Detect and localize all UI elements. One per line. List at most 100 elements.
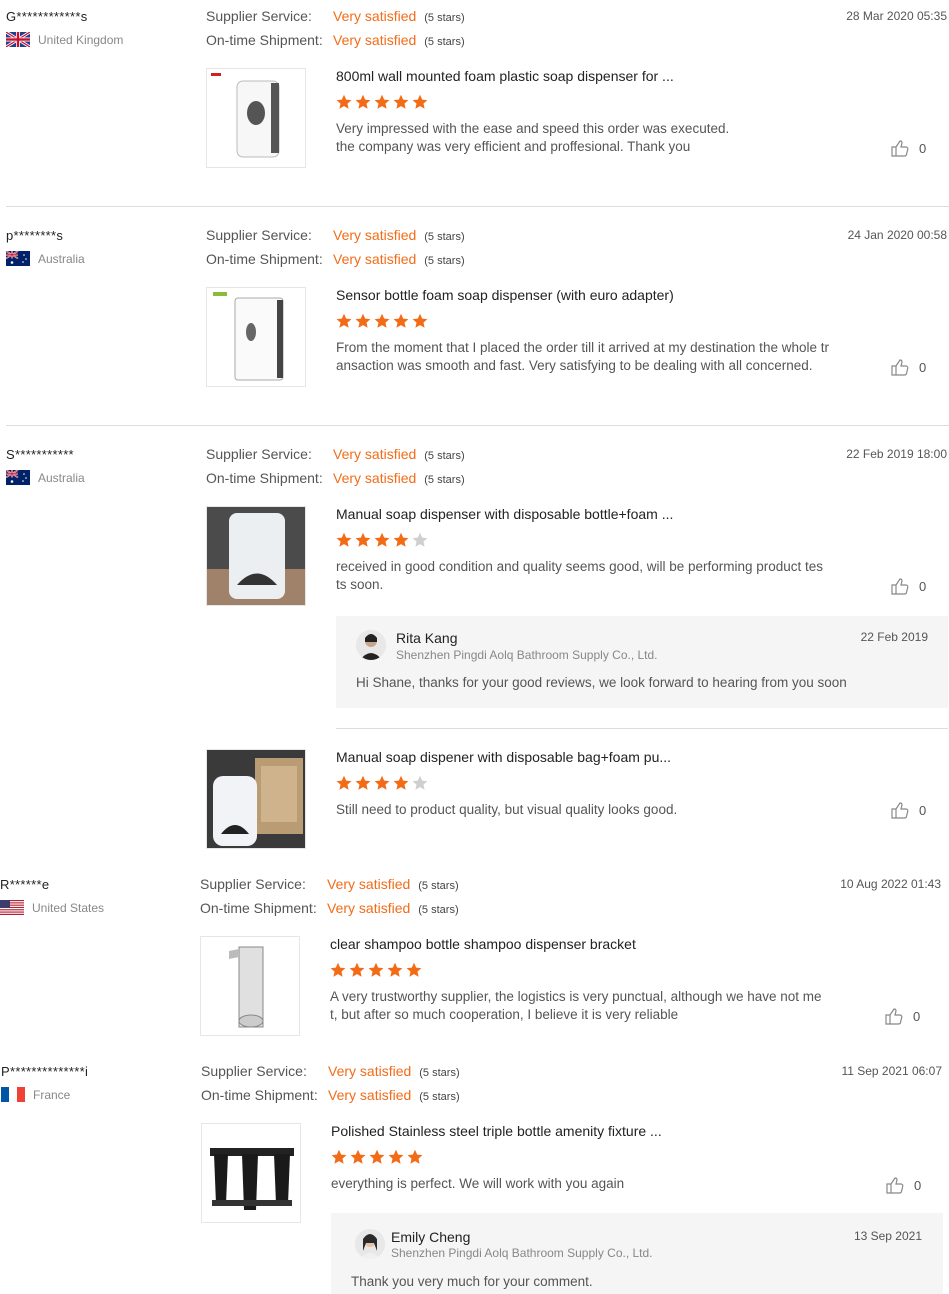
thumbs-up-icon [891,140,909,157]
product-title[interactable]: Sensor bottle foam soap dispenser (with … [336,287,674,303]
like-button[interactable]: 0 [891,358,926,376]
product-image[interactable] [200,936,300,1036]
star-icon [393,775,409,790]
shipment-value: Very satisfied [333,32,417,48]
supplier-service-label: Supplier Service: [206,8,312,24]
star-icon [412,775,428,790]
shipment-value: Very satisfied [333,470,417,486]
thumbs-up-icon [886,1177,904,1194]
supplier-reply: Emily Cheng Shenzhen Pingdi Aolq Bathroo… [331,1213,943,1294]
star-icon [336,775,352,790]
review-item: S*********** Australia Supplier Service:… [0,438,949,858]
supplier-service-rating: Supplier Service: Very satisfied (5 star… [200,876,459,892]
like-count: 0 [919,802,927,818]
review-item: R******e United States Supplier Service:… [0,868,949,1048]
star-icon [369,1149,385,1164]
star-icon [349,962,365,977]
buyer-country: France [1,1087,70,1102]
review-date: 24 Jan 2020 00:58 [847,228,947,242]
review-item: p********s Australia Supplier Service: V… [0,219,949,425]
supplier-service-stars: (5 stars) [424,231,465,243]
product-title[interactable]: 800ml wall mounted foam plastic soap dis… [336,68,674,84]
review-date: 11 Sep 2021 06:07 [841,1064,942,1078]
star-icon [393,94,409,109]
shipment-stars: (5 stars) [424,36,465,48]
product-image[interactable] [206,68,306,168]
reply-author-name: Rita Kang [396,630,458,646]
comment-line: everything is perfect. We will work with… [331,1176,625,1191]
like-count: 0 [914,1177,922,1193]
star-icon [355,775,371,790]
supplier-service-stars: (5 stars) [424,12,465,24]
star-icon [387,962,403,977]
product-rating-stars [331,1149,423,1165]
star-icon [412,532,428,547]
star-icon [374,532,390,547]
comment-line: ts soon. [336,577,384,592]
comment-line: Very impressed with the ease and speed t… [336,121,730,136]
reply-text: Hi Shane, thanks for your good reviews, … [356,675,847,690]
product-image[interactable] [201,1123,301,1223]
buyer-country: Australia [6,470,85,485]
product-title[interactable]: Polished Stainless steel triple bottle a… [331,1123,662,1139]
comment-line: received in good condition and quality s… [336,559,824,574]
comment-line: the company was very efficient and proff… [336,139,691,154]
like-button[interactable]: 0 [891,801,926,819]
star-icon [336,94,352,109]
comment-line: From the moment that I placed the order … [336,340,829,355]
star-icon [336,313,352,328]
product-title[interactable]: clear shampoo bottle shampoo dispenser b… [330,936,636,952]
country-label: United States [32,900,105,915]
reply-author-company: Shenzhen Pingdi Aolq Bathroom Supply Co.… [396,648,658,662]
review-divider [6,206,949,207]
thumbs-up-icon [891,578,909,595]
reply-author-name: Emily Cheng [391,1229,471,1245]
product-image[interactable] [206,749,306,849]
shipment-label: On-time Shipment: [206,470,323,486]
supplier-service-label: Supplier Service: [200,876,306,892]
buyer-country: United States [0,900,104,915]
product-title[interactable]: Manual soap dispenser with disposable bo… [336,506,673,522]
reply-date: 22 Feb 2019 [860,630,928,644]
supplier-service-stars: (5 stars) [424,450,465,462]
uk-flag-icon [6,32,30,47]
product-image[interactable] [206,287,306,387]
comment-line: Still need to product quality, but visua… [336,802,678,817]
product-title[interactable]: Manual soap dispener with disposable bag… [336,749,671,765]
star-icon [355,532,371,547]
like-button[interactable]: 0 [886,1176,921,1194]
buyer-name: S*********** [6,447,74,462]
france-flag-icon [1,1087,25,1102]
reply-text: Thank you very much for your comment. [351,1274,593,1289]
shipment-value: Very satisfied [328,1087,412,1103]
shipment-label: On-time Shipment: [206,32,323,48]
supplier-reply: Rita Kang Shenzhen Pingdi Aolq Bathroom … [336,616,948,708]
star-icon [412,94,428,109]
like-button[interactable]: 0 [885,1007,920,1025]
country-label: Australia [38,470,85,485]
product-rating-stars [336,313,428,329]
star-icon [374,775,390,790]
star-icon [374,313,390,328]
shipment-rating: On-time Shipment: Very satisfied (5 star… [206,32,465,48]
soap-dispenser-image [213,292,284,381]
star-icon [350,1149,366,1164]
review-comment: From the moment that I placed the order … [336,339,836,375]
like-button[interactable]: 0 [891,139,926,157]
shipment-rating: On-time Shipment: Very satisfied (5 star… [206,251,465,267]
shipment-value: Very satisfied [333,251,417,267]
like-button[interactable]: 0 [891,577,926,595]
supplier-service-value: Very satisfied [327,876,411,892]
dispenser-bracket-image [229,946,264,1028]
like-count: 0 [919,140,927,156]
product-image[interactable] [206,506,306,606]
supplier-service-rating: Supplier Service: Very satisfied (5 star… [206,227,465,243]
supplier-service-rating: Supplier Service: Very satisfied (5 star… [206,446,465,462]
supplier-service-rating: Supplier Service: Very satisfied (5 star… [206,8,465,24]
product-divider [336,728,948,729]
supplier-service-stars: (5 stars) [419,1067,460,1079]
review-item: P**************i France Supplier Service… [0,1055,949,1294]
star-icon [388,1149,404,1164]
review-date: 28 Mar 2020 05:35 [846,9,947,23]
shipment-rating: On-time Shipment: Very satisfied (5 star… [200,900,459,916]
